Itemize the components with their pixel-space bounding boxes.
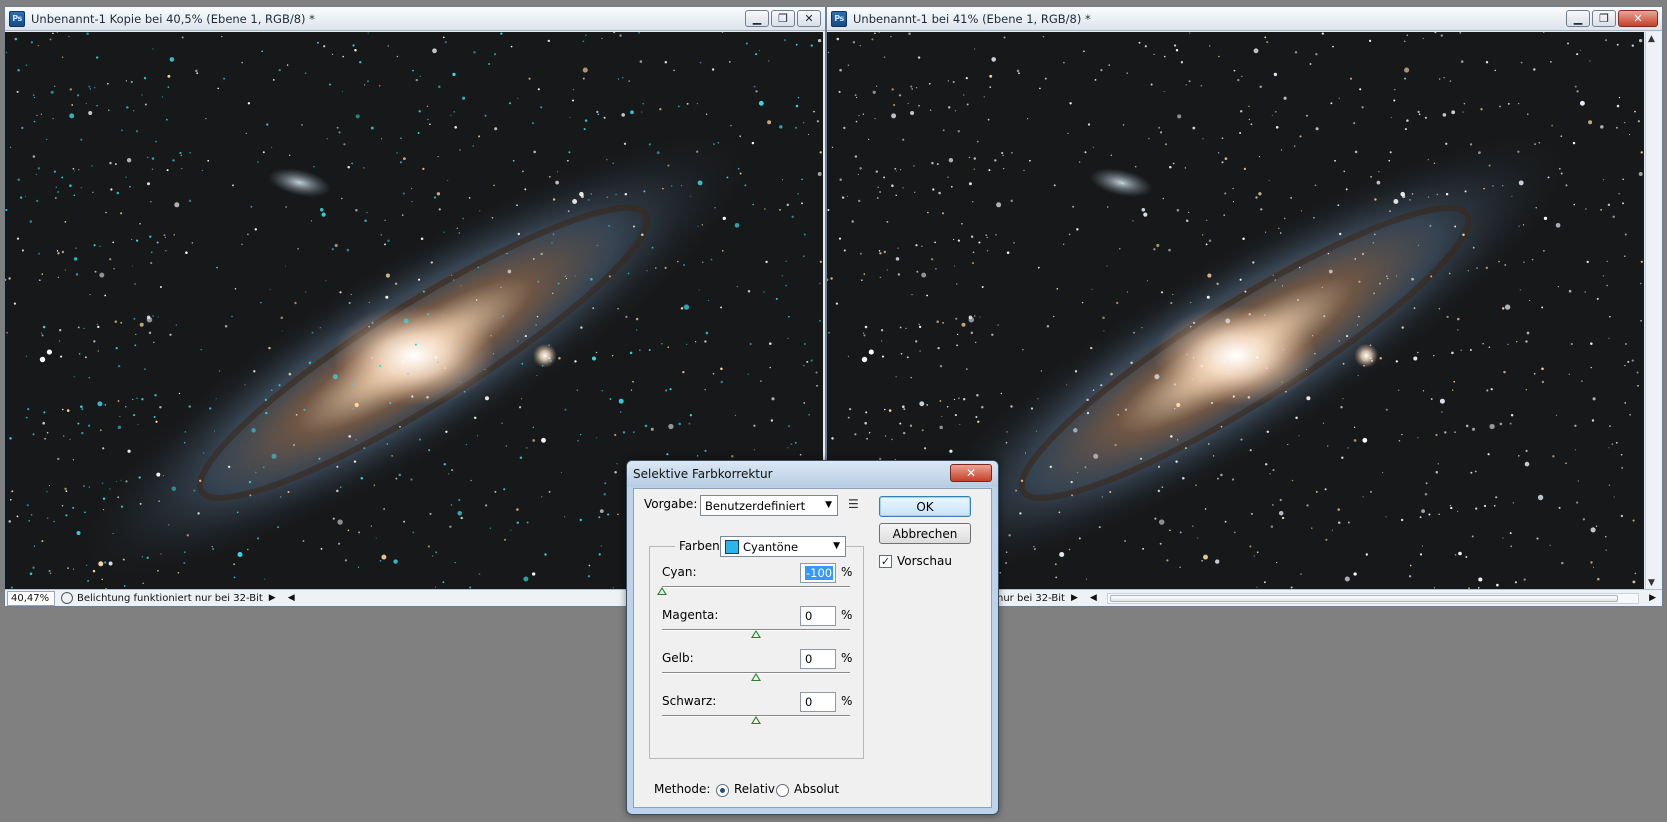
- horizontal-scroll-thumb[interactable]: [1109, 594, 1619, 602]
- percent-label-1: %: [841, 608, 853, 622]
- status-text-right: nur bei 32-Bit: [997, 592, 1065, 604]
- close-button[interactable]: ✕: [1618, 10, 1658, 27]
- slider-value-field-3[interactable]: 0: [800, 692, 836, 712]
- slider-value-field-0[interactable]: -100: [800, 563, 836, 583]
- preset-options-icon[interactable]: ☰: [848, 497, 859, 511]
- selective-color-dialog[interactable]: Selektive Farbkorrektur ✕ Vorgabe: Benut…: [626, 460, 999, 815]
- photoshop-icon: Ps: [831, 10, 847, 27]
- restore-button[interactable]: ❐: [771, 10, 795, 27]
- slider-track-0[interactable]: [662, 586, 850, 588]
- scroll-left-arrow-icon[interactable]: ◀: [1090, 593, 1097, 603]
- chevron-down-icon: ▼: [833, 541, 840, 551]
- document-title-left: Unbenannt-1 Kopie bei 40,5% (Ebene 1, RG…: [31, 11, 315, 26]
- percent-label-2: %: [841, 651, 853, 665]
- method-absolute-radio[interactable]: [776, 784, 789, 797]
- dialog-body: Vorgabe: Benutzerdefiniert ▼ ☰ OK Abbrec…: [633, 488, 992, 808]
- preset-select[interactable]: Benutzerdefiniert ▼: [700, 495, 838, 516]
- chevron-down-icon: ▼: [825, 500, 832, 510]
- colors-select[interactable]: Cyantöne ▼: [720, 536, 846, 557]
- document-titlebar-right[interactable]: Ps Unbenannt-1 bei 41% (Ebene 1, RGB/8) …: [827, 7, 1662, 31]
- slider-value-field-1[interactable]: 0: [800, 606, 836, 626]
- method-absolute-label: Absolut: [794, 782, 840, 796]
- colors-group: Farben: Cyantöne ▼ Cyan: -100% Magenta: 0% G…: [649, 535, 864, 759]
- status-menu-arrow-icon[interactable]: ▶: [269, 593, 276, 603]
- preview-checkbox[interactable]: ✓: [879, 555, 892, 568]
- dialog-close-button[interactable]: ✕: [950, 464, 992, 482]
- percent-label-0: %: [841, 565, 853, 579]
- colors-label: Farben:: [679, 539, 724, 553]
- slider-label-0: Cyan:: [662, 565, 697, 579]
- document-title-right: Unbenannt-1 bei 41% (Ebene 1, RGB/8) *: [853, 11, 1091, 26]
- dialog-title: Selektive Farbkorrektur: [633, 467, 773, 481]
- dialog-titlebar[interactable]: Selektive Farbkorrektur ✕: [627, 461, 998, 487]
- status-menu-arrow-icon[interactable]: ▶: [1071, 593, 1078, 603]
- scroll-down-arrow-icon[interactable]: ▼: [1648, 578, 1655, 588]
- preview-label: Vorschau: [897, 554, 952, 568]
- scroll-left-arrow-icon[interactable]: ◀: [288, 593, 295, 603]
- method-relative-radio[interactable]: [716, 784, 729, 797]
- preset-value: Benutzerdefiniert: [705, 498, 806, 513]
- zoom-level-field[interactable]: 40,47%: [7, 590, 55, 606]
- scroll-up-arrow-icon[interactable]: ▲: [1648, 34, 1655, 44]
- slider-thumb-0[interactable]: [657, 587, 667, 595]
- photoshop-icon: Ps: [9, 10, 25, 27]
- status-info-icon[interactable]: [61, 592, 73, 604]
- slider-label-2: Gelb:: [662, 651, 694, 665]
- restore-button[interactable]: ❐: [1592, 10, 1616, 27]
- minimize-button[interactable]: ▁: [1566, 10, 1590, 27]
- document-titlebar-left[interactable]: Ps Unbenannt-1 Kopie bei 40,5% (Ebene 1,…: [5, 7, 825, 31]
- ok-button[interactable]: OK: [879, 496, 971, 517]
- slider-value-field-2[interactable]: 0: [800, 649, 836, 669]
- status-text-left: Belichtung funktioniert nur bei 32-Bit: [77, 592, 263, 604]
- cyan-swatch: [725, 539, 739, 554]
- slider-label-1: Magenta:: [662, 608, 719, 622]
- preset-label: Vorgabe:: [644, 497, 698, 511]
- colors-value: Cyantöne: [743, 539, 799, 554]
- vertical-scrollbar[interactable]: ▲ ▼: [1645, 32, 1662, 590]
- cancel-button[interactable]: Abbrechen: [879, 523, 971, 544]
- method-label: Methode:: [654, 782, 711, 796]
- method-relative-label: Relativ: [734, 782, 776, 796]
- percent-label-3: %: [841, 694, 853, 708]
- scroll-right-arrow-icon[interactable]: ▶: [1649, 593, 1656, 603]
- slider-thumb-1[interactable]: [751, 630, 761, 638]
- horizontal-scrollbar[interactable]: [1106, 592, 1640, 604]
- slider-thumb-2[interactable]: [751, 673, 761, 681]
- slider-thumb-3[interactable]: [751, 716, 761, 724]
- slider-label-3: Schwarz:: [662, 694, 717, 708]
- close-button-partial[interactable]: ✕: [797, 10, 821, 27]
- minimize-button[interactable]: ▁: [745, 10, 769, 27]
